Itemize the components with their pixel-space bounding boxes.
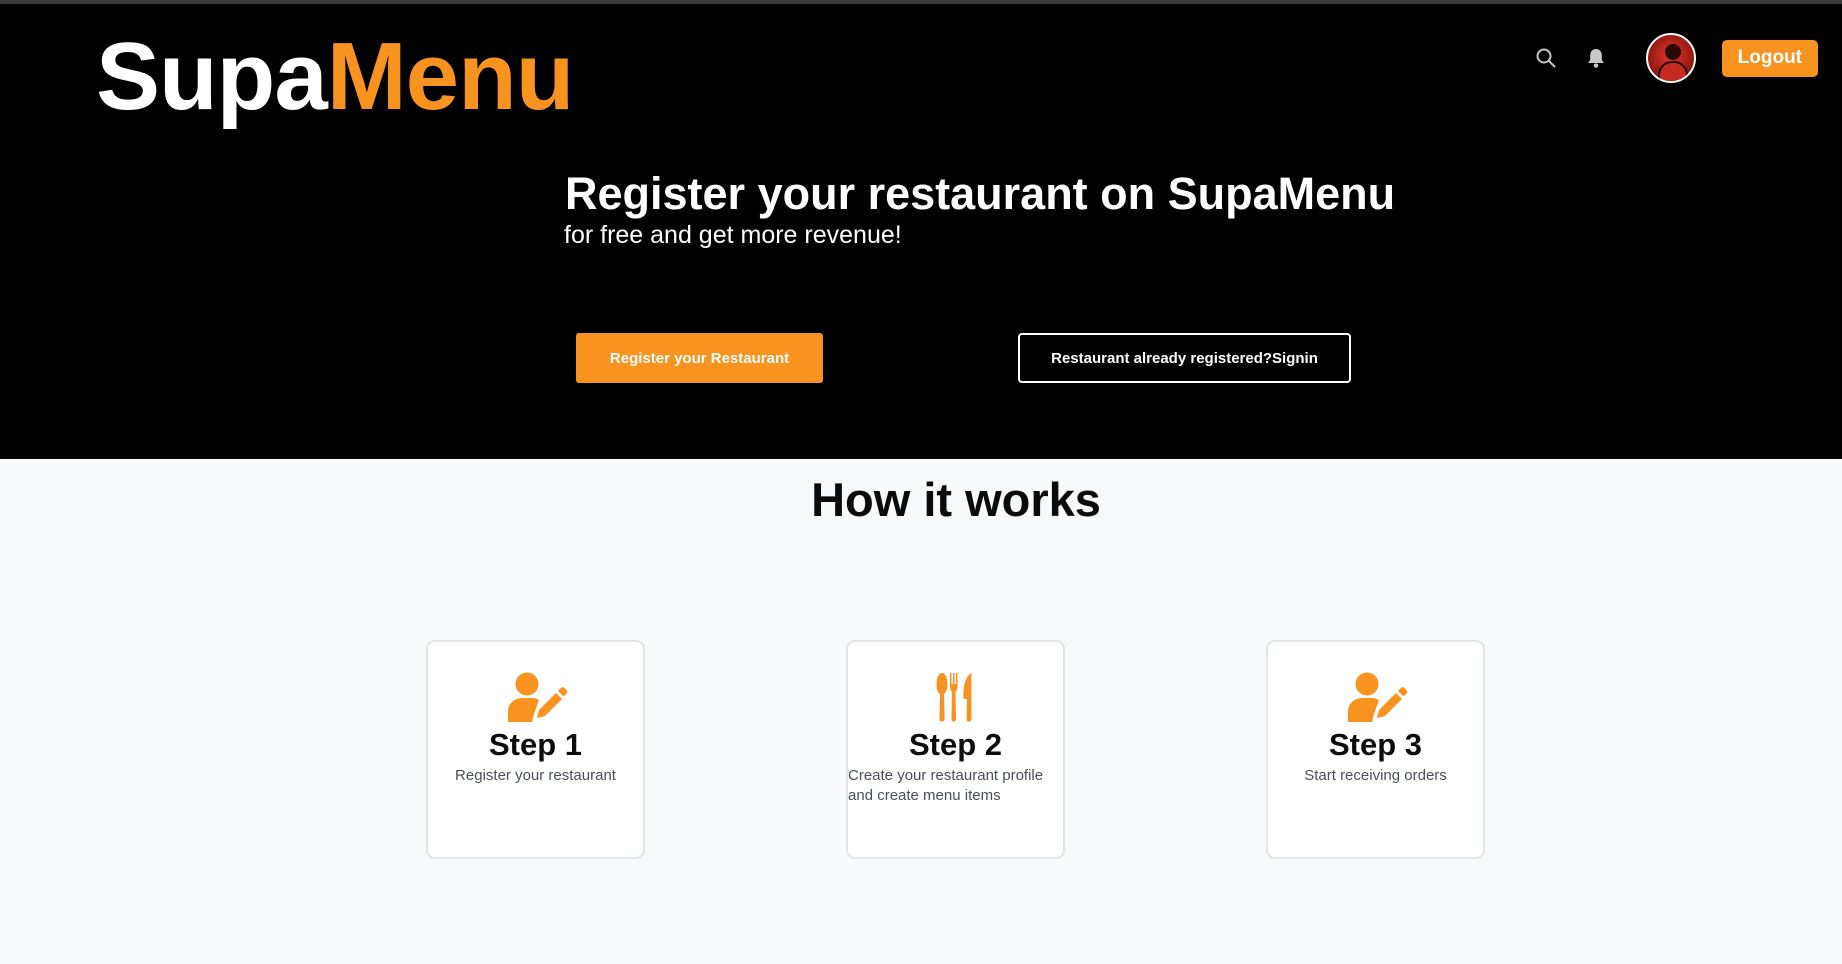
top-nav: Logout xyxy=(1526,30,1818,86)
hero-subtitle: for free and get more revenue! xyxy=(564,221,902,249)
register-restaurant-button[interactable]: Register your Restaurant xyxy=(576,333,823,383)
step-card-3: Step 3 Start receiving orders xyxy=(1266,640,1485,859)
hero-section: SupaMenu Logout Register your restaurant… xyxy=(0,4,1842,459)
signin-button[interactable]: Restaurant already registered?Signin xyxy=(1018,333,1351,383)
bell-icon xyxy=(1587,49,1604,68)
step-title: Step 1 xyxy=(488,727,583,762)
avatar-head-shape xyxy=(1664,44,1681,60)
utensils-icon xyxy=(936,673,971,722)
step-description: Register your restaurant xyxy=(455,767,616,784)
brand-logo-part-1: Supa xyxy=(96,23,328,130)
search-icon xyxy=(1536,48,1556,68)
step-title: Step 3 xyxy=(1328,727,1423,762)
hero-title: Register your restaurant on SupaMenu xyxy=(565,168,1396,219)
step-title: Step 2 xyxy=(908,727,1003,762)
user-avatar[interactable] xyxy=(1645,33,1696,83)
how-it-works-title: How it works xyxy=(811,473,1101,526)
search-button[interactable] xyxy=(1526,38,1566,78)
user-edit-icon xyxy=(507,672,567,722)
step-description: Create your restaurant profile and creat… xyxy=(848,766,1063,806)
brand-logo[interactable]: SupaMenu xyxy=(96,22,575,132)
brand-logo-part-2: Menu xyxy=(326,23,575,130)
step-description: Start receiving orders xyxy=(1304,767,1447,784)
logout-button[interactable]: Logout xyxy=(1721,39,1818,77)
avatar-body-shape xyxy=(1657,61,1688,81)
user-edit-icon xyxy=(1347,672,1407,722)
step-card-2: Step 2 Create your restaurant profile an… xyxy=(846,640,1065,859)
step-card-1: Step 1 Register your restaurant xyxy=(426,640,645,859)
step-description-line-1: Create your restaurant profile xyxy=(848,767,1044,784)
notifications-button[interactable] xyxy=(1576,38,1616,78)
step-description-line-2: and create menu items xyxy=(848,787,1001,804)
